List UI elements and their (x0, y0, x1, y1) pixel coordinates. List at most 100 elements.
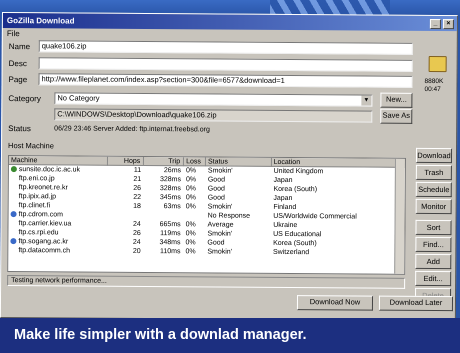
monitor-button[interactable]: Monitor (415, 198, 452, 215)
col-status[interactable]: Status (205, 157, 272, 167)
cell-text: 24 (133, 220, 141, 228)
cell-hops (108, 211, 144, 220)
cell-status: Smokin' (206, 166, 272, 175)
save-path-field[interactable]: C:\WINDOWS\Desktop\Download\quake106.zip (54, 108, 373, 123)
cell-text: No Response (207, 212, 251, 220)
menu-file[interactable]: File (7, 29, 20, 38)
cell-trip: 63ms (144, 202, 184, 211)
cell-loss: 0% (184, 166, 206, 175)
cell-text: sunsite.doc.ic.ac.uk (18, 166, 81, 174)
cell-text: 348ms (159, 239, 181, 247)
col-loss[interactable]: Loss (184, 157, 207, 167)
cell-hops: 18 (108, 202, 144, 211)
page-url-field[interactable]: http://www.fileplanet.com/index.asp?sect… (38, 73, 413, 88)
cell-text: 26 (133, 184, 142, 192)
cell-hops: 22 (108, 193, 144, 202)
cell-status: Good (206, 175, 272, 184)
trash-button[interactable]: Trash (415, 164, 452, 181)
server-icon (11, 220, 17, 226)
close-icon[interactable]: × (442, 18, 454, 29)
cell-status: Good (206, 184, 272, 193)
page-label: Page (8, 74, 28, 84)
cell-text: ftp.cdrom.com (18, 211, 63, 219)
cell-status: Smokin' (205, 229, 271, 238)
cell-text: Ukraine (273, 221, 298, 230)
cell-text: Average (207, 221, 234, 229)
host-machine-label: Host Machine (8, 141, 54, 151)
col-hops[interactable]: Hops (108, 156, 145, 166)
name-label: Name (8, 41, 31, 51)
status-bar: Testing network performance... (7, 275, 406, 289)
cell-hops: 26 (108, 229, 144, 238)
chevron-down-icon[interactable]: ▼ (361, 95, 372, 106)
cell-loss: 0% (184, 175, 206, 184)
cell-text: ftp.eni.co.jp (18, 175, 55, 183)
status-text: 06/29 23:46 Server Added: ftp.internat.f… (54, 125, 210, 134)
cell-loss: 0% (184, 220, 206, 229)
cell-text: 0% (185, 194, 196, 202)
cell-text: Switzerland (272, 248, 310, 257)
category-select[interactable]: No Category ▼ (54, 92, 373, 107)
name-field[interactable]: quake106.zip (38, 40, 413, 55)
cell-text: 0% (185, 176, 197, 184)
cell-text: 26 (132, 229, 141, 237)
cell-text: Korea (South) (273, 239, 317, 248)
new-category-button[interactable]: New... (380, 92, 413, 108)
cell-loss: 0% (184, 184, 206, 193)
sort-button[interactable]: Sort (415, 219, 452, 236)
category-value: No Category (57, 93, 100, 103)
cell-text: 665ms (159, 221, 181, 229)
server-icon (11, 202, 17, 208)
table-row[interactable]: ftp.datacomm.ch 20 110ms 0% Smokin' Switzerla… (8, 246, 404, 258)
cell-text: 11 (133, 166, 142, 174)
server-icon (10, 238, 17, 245)
folder-icon[interactable] (428, 55, 447, 73)
cell-text: 63ms (163, 203, 181, 211)
cell-text: ftp.carrier.kiev.ua (18, 220, 72, 228)
server-icon (11, 175, 17, 181)
cell-trip: 26ms (144, 166, 184, 175)
cell-text: ftp.sogang.ac.kr (18, 238, 69, 246)
cell-text: Smokin' (207, 203, 233, 211)
cell-hops: 26 (108, 184, 144, 193)
add-button[interactable]: Add (415, 253, 452, 270)
cell-text: Korea (South) (273, 185, 318, 194)
cell-trip: 345ms (144, 193, 184, 202)
download-now-button[interactable]: Download Now (296, 295, 374, 311)
cell-text: Smokin' (207, 167, 233, 175)
server-icon (11, 193, 17, 199)
cell-text: 110ms (159, 248, 181, 256)
cell-loss: 0% (184, 238, 206, 247)
elapsed-time: 00:47 (424, 85, 441, 94)
cell-loss: 0% (184, 229, 206, 238)
cell-text: 328ms (159, 185, 181, 193)
download-button[interactable]: Download (415, 147, 453, 164)
cell-text: 0% (185, 239, 196, 247)
cell-status: Good (206, 193, 272, 202)
server-icon (10, 247, 16, 253)
page-caption: Make life simpler with a downlad manager… (0, 318, 460, 353)
col-trip[interactable]: Trip (144, 156, 185, 167)
cell-text: ftp.cs.rpi.edu (18, 229, 59, 237)
download-later-button[interactable]: Download Later (378, 295, 454, 312)
schedule-button[interactable]: Schedule (415, 181, 452, 198)
cell-loss: 0% (184, 193, 206, 202)
cell-loss (184, 211, 206, 220)
save-as-button[interactable]: Save As (380, 108, 413, 124)
scrollbar[interactable] (394, 158, 405, 274)
cell-text: 20 (132, 247, 141, 255)
cell-trip: 328ms (144, 184, 184, 193)
cell-machine: ftp.datacomm.ch (8, 246, 108, 256)
cell-text: 26ms (163, 167, 182, 175)
cell-text: 119ms (160, 230, 181, 238)
cell-hops: 11 (108, 166, 144, 175)
cell-hops: 24 (108, 220, 144, 229)
minimize-icon[interactable]: _ (429, 18, 441, 29)
cell-text: 0% (186, 167, 197, 175)
find-button[interactable]: Find... (415, 236, 452, 253)
cell-loss: 0% (184, 202, 206, 211)
cell-loss: 0% (183, 247, 205, 256)
edit-button[interactable]: Edit... (415, 270, 452, 287)
cell-trip: 110ms (144, 247, 184, 256)
desc-field[interactable] (38, 57, 413, 72)
